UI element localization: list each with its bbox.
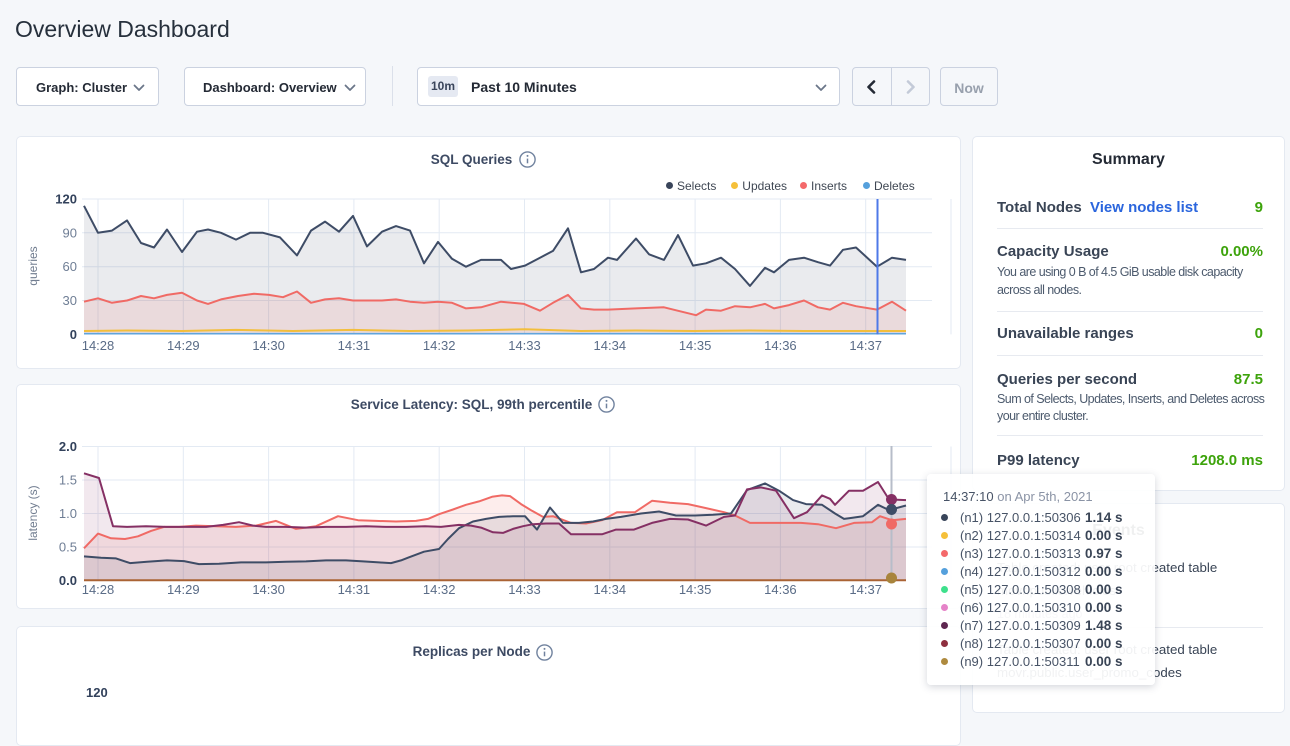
- svg-text:14:32: 14:32: [423, 338, 456, 353]
- svg-text:14:34: 14:34: [594, 338, 627, 353]
- svg-text:0.5: 0.5: [59, 540, 77, 555]
- svg-text:14:34: 14:34: [594, 582, 627, 597]
- svg-text:14:35: 14:35: [679, 338, 712, 353]
- svg-text:90: 90: [63, 225, 77, 240]
- svg-text:14:28: 14:28: [82, 582, 115, 597]
- svg-text:14:29: 14:29: [167, 338, 200, 353]
- svg-text:14:35: 14:35: [679, 582, 712, 597]
- svg-text:14:31: 14:31: [338, 582, 371, 597]
- svg-text:14:31: 14:31: [338, 338, 371, 353]
- svg-text:14:33: 14:33: [508, 582, 541, 597]
- svg-text:2.0: 2.0: [59, 439, 77, 454]
- svg-text:14:37: 14:37: [849, 582, 882, 597]
- svg-text:14:36: 14:36: [764, 338, 797, 353]
- svg-text:queries: queries: [26, 246, 40, 285]
- svg-text:1.5: 1.5: [59, 473, 77, 488]
- svg-text:14:32: 14:32: [423, 582, 456, 597]
- svg-text:120: 120: [55, 192, 77, 207]
- svg-text:0: 0: [70, 327, 77, 342]
- svg-text:14:33: 14:33: [508, 338, 541, 353]
- svg-text:60: 60: [63, 259, 77, 274]
- svg-text:14:36: 14:36: [764, 582, 797, 597]
- svg-text:14:28: 14:28: [82, 338, 115, 353]
- svg-text:14:37: 14:37: [849, 338, 882, 353]
- svg-text:1.0: 1.0: [59, 506, 77, 521]
- svg-text:14:29: 14:29: [167, 582, 200, 597]
- svg-text:14:30: 14:30: [252, 582, 285, 597]
- svg-text:latency (s): latency (s): [26, 485, 40, 540]
- svg-text:14:30: 14:30: [252, 338, 285, 353]
- svg-text:0.0: 0.0: [59, 573, 77, 588]
- svg-text:30: 30: [63, 293, 77, 308]
